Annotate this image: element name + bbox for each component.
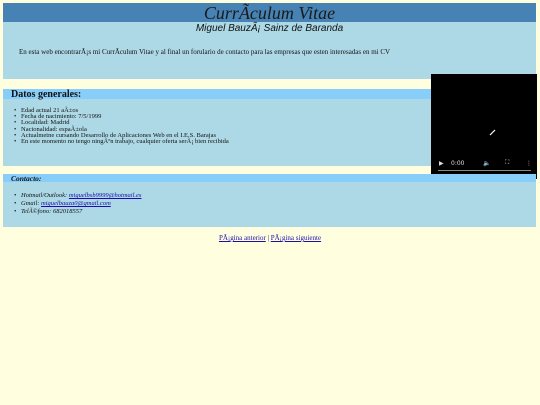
video-progress-bar[interactable]	[438, 170, 531, 171]
list-item: Hotmail/Outlook: miguelbsb9999@hotmail.e…	[14, 192, 141, 200]
page-header: CurrÃculum Vitae Miguel BauzÃ¡ Sainz de …	[3, 3, 536, 35]
list-item: En este momento no tengo ningÃºn trabajo…	[14, 138, 229, 145]
nav-separator: |	[267, 234, 269, 242]
page-subtitle: Miguel BauzÃ¡ Sainz de Baranda	[3, 22, 536, 35]
intro-section: En esta web encontrarÃ¡s mi CurrÃculum V…	[3, 35, 536, 79]
video-player[interactable]: ▶ 0:00 🔈 ⛶ ⋮	[431, 74, 537, 179]
phone-label: TelÃ©fono:	[21, 208, 52, 215]
hotmail-label: Hotmail/Outlook:	[21, 192, 68, 199]
fullscreen-icon[interactable]: ⛶	[505, 159, 509, 167]
more-vert-icon[interactable]: ⋮	[526, 160, 532, 167]
prev-page-link[interactable]: PÃ¡gina anterior	[219, 234, 266, 242]
intro-text: En esta web encontrarÃ¡s mi CurrÃculum V…	[19, 48, 391, 56]
contact-list: Hotmail/Outlook: miguelbsb9999@hotmail.e…	[14, 192, 141, 216]
list-item: TelÃ©fono: 682018557	[14, 208, 141, 216]
general-list: Edad actual 21 aÃ±os Fecha de nacimiento…	[14, 107, 229, 145]
contact-section: Contacto: Hotmail/Outlook: miguelbsb9999…	[3, 174, 536, 227]
contact-heading: Contacto:	[3, 174, 536, 183]
gmail-label: Gmail:	[21, 200, 40, 207]
volume-icon[interactable]: 🔈	[483, 160, 490, 167]
phone-value: 682018557	[52, 208, 83, 215]
list-item: Gmail: miguelbauza0@gmail.com	[14, 200, 141, 208]
play-icon[interactable]: ▶	[439, 160, 444, 167]
video-time: 0:00	[451, 160, 465, 167]
hotmail-link[interactable]: miguelbsb9999@hotmail.es	[69, 192, 142, 199]
gmail-link[interactable]: miguelbauza0@gmail.com	[41, 200, 111, 207]
page-navigation: PÃ¡gina anterior | PÃ¡gina siguiente	[0, 234, 540, 242]
next-page-link[interactable]: PÃ¡gina siguiente	[271, 234, 321, 242]
mouse-cursor-icon	[489, 129, 496, 136]
page-title: CurrÃculum Vitae	[3, 3, 536, 23]
